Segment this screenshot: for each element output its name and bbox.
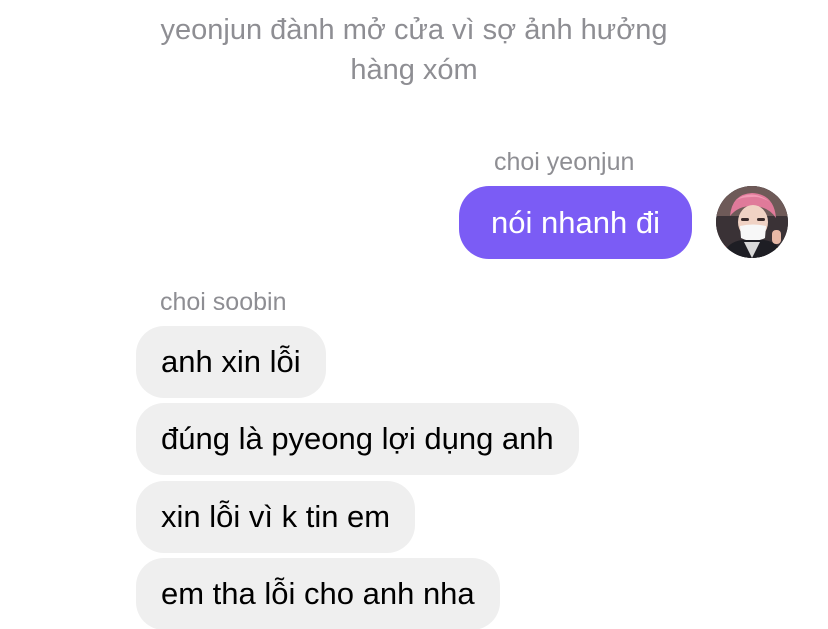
avatar-photo-icon xyxy=(716,186,788,258)
narration-text: yeonjun đành mở cửa vì sợ ảnh hưởng hàng… xyxy=(0,10,828,90)
chat-thread: yeonjun đành mở cửa vì sợ ảnh hưởng hàng… xyxy=(0,0,828,629)
avatar[interactable] xyxy=(716,186,788,258)
message-bubble-incoming[interactable]: đúng là pyeong lợi dụng anh xyxy=(136,403,579,475)
sender-name-yeonjun: choi yeonjun xyxy=(494,148,635,176)
narration-line-2: hàng xóm xyxy=(350,54,478,86)
narration-line-1: yeonjun đành mở cửa vì sợ ảnh hưởng xyxy=(160,14,668,46)
message-bubble-outgoing[interactable]: nói nhanh đi xyxy=(459,186,692,259)
message-bubble-incoming[interactable]: anh xin lỗi xyxy=(136,326,326,398)
message-bubble-incoming[interactable]: em tha lỗi cho anh nha xyxy=(136,558,500,629)
sender-name-soobin: choi soobin xyxy=(160,288,287,316)
message-bubble-incoming[interactable]: xin lỗi vì k tin em xyxy=(136,481,416,553)
